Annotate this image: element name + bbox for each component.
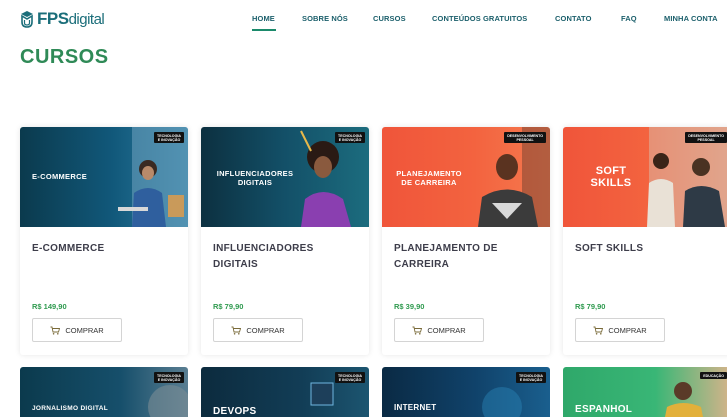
course-price: R$ 149,90	[32, 302, 67, 311]
top-navigation-bar: FPSdigital HOME SOBRE NÓS CURSOS CONTEÚD…	[0, 0, 727, 40]
category-badge: DESENVOLVIMENTO PESSOAL	[504, 132, 546, 144]
cart-icon	[231, 326, 242, 335]
buy-button[interactable]: COMPRAR	[213, 318, 303, 342]
course-title[interactable]: INFLUENCIADORES DIGITAIS	[213, 241, 363, 273]
image-course-title: PLANEJAMENTO DE CARREIRA	[396, 169, 462, 187]
image-course-title: SOFT SKILLS	[590, 165, 632, 189]
buy-button-label: COMPRAR	[608, 325, 647, 335]
course-price: R$ 79,90	[575, 302, 606, 311]
nav-home[interactable]: HOME	[252, 14, 275, 23]
nav-active-indicator	[252, 29, 276, 31]
course-price: R$ 79,90	[213, 302, 244, 311]
nav-conteudos-gratuitos[interactable]: CONTEÚDOS GRATUITOS	[432, 14, 527, 23]
buy-button[interactable]: COMPRAR	[575, 318, 665, 342]
course-card[interactable]: TECNOLOGIA E INOVAÇÃO INFLUENCIADORES DI…	[201, 127, 369, 355]
buy-button[interactable]: COMPRAR	[394, 318, 484, 342]
image-course-title: E-COMMERCE	[32, 172, 88, 181]
course-card-image[interactable]: TECNOLOGIA E INOVAÇÃO DEVOPS	[201, 367, 369, 417]
category-badge: TECNOLOGIA E INOVAÇÃO	[154, 132, 184, 144]
main-menu: HOME SOBRE NÓS CURSOS CONTEÚDOS GRATUITO…	[0, 14, 727, 34]
course-title[interactable]: SOFT SKILLS	[575, 241, 725, 257]
category-badge: DESENVOLVIMENTO PESSOAL	[685, 132, 727, 144]
course-image[interactable]: TECNOLOGIA E INOVAÇÃO INFLUENCIADORES DI…	[201, 127, 369, 227]
buy-button-label: COMPRAR	[427, 325, 466, 335]
cart-icon	[412, 326, 423, 335]
course-card-image[interactable]: EDUCAÇÃO ESPANHOL	[563, 367, 727, 417]
image-course-title: INTERNET	[394, 403, 437, 412]
category-badge: EDUCAÇÃO	[700, 372, 727, 380]
course-image[interactable]: DESENVOLVIMENTO PESSOAL PLANEJAMENTO DE …	[382, 127, 550, 227]
course-card-image[interactable]: TECNOLOGIA E INOVAÇÃO INTERNET	[382, 367, 550, 417]
nav-contato[interactable]: CONTATO	[555, 14, 592, 23]
image-course-title: DEVOPS	[213, 406, 257, 417]
image-course-title: ESPANHOL	[575, 404, 633, 415]
buy-button[interactable]: COMPRAR	[32, 318, 122, 342]
course-price: R$ 39,90	[394, 302, 425, 311]
course-card-image[interactable]: TECNOLOGIA E INOVAÇÃO JORNALISMO DIGITAL	[20, 367, 188, 417]
course-card[interactable]: TECNOLOGIA E INOVAÇÃO E-COMMERCE E-COMME…	[20, 127, 188, 355]
category-badge: TECNOLOGIA E INOVAÇÃO	[516, 372, 546, 384]
course-card[interactable]: DESENVOLVIMENTO PESSOAL SOFT SKILLS SOFT…	[563, 127, 727, 355]
course-title[interactable]: E-COMMERCE	[32, 241, 182, 257]
image-course-title: INFLUENCIADORES DIGITAIS	[216, 169, 294, 187]
nav-cursos[interactable]: CURSOS	[373, 14, 406, 23]
cart-icon	[593, 326, 604, 335]
page-root: FPSdigital HOME SOBRE NÓS CURSOS CONTEÚD…	[0, 0, 727, 417]
nav-minha-conta[interactable]: MINHA CONTA	[664, 14, 718, 23]
page-title: CURSOS	[20, 46, 109, 68]
buy-button-label: COMPRAR	[246, 325, 285, 335]
category-badge: TECNOLOGIA E INOVAÇÃO	[154, 372, 184, 384]
nav-sobre-nos[interactable]: SOBRE NÓS	[302, 14, 348, 23]
course-card[interactable]: DESENVOLVIMENTO PESSOAL PLANEJAMENTO DE …	[382, 127, 550, 355]
buy-button-label: COMPRAR	[65, 325, 104, 335]
course-title[interactable]: PLANEJAMENTO DE CARREIRA	[394, 241, 544, 273]
cart-icon	[50, 326, 61, 335]
category-badge: TECNOLOGIA E INOVAÇÃO	[335, 132, 365, 144]
course-image[interactable]: TECNOLOGIA E INOVAÇÃO E-COMMERCE	[20, 127, 188, 227]
category-badge: TECNOLOGIA E INOVAÇÃO	[335, 372, 365, 384]
nav-faq[interactable]: FAQ	[621, 14, 637, 23]
course-image[interactable]: DESENVOLVIMENTO PESSOAL SOFT SKILLS	[563, 127, 727, 227]
image-course-title: JORNALISMO DIGITAL	[32, 405, 109, 412]
